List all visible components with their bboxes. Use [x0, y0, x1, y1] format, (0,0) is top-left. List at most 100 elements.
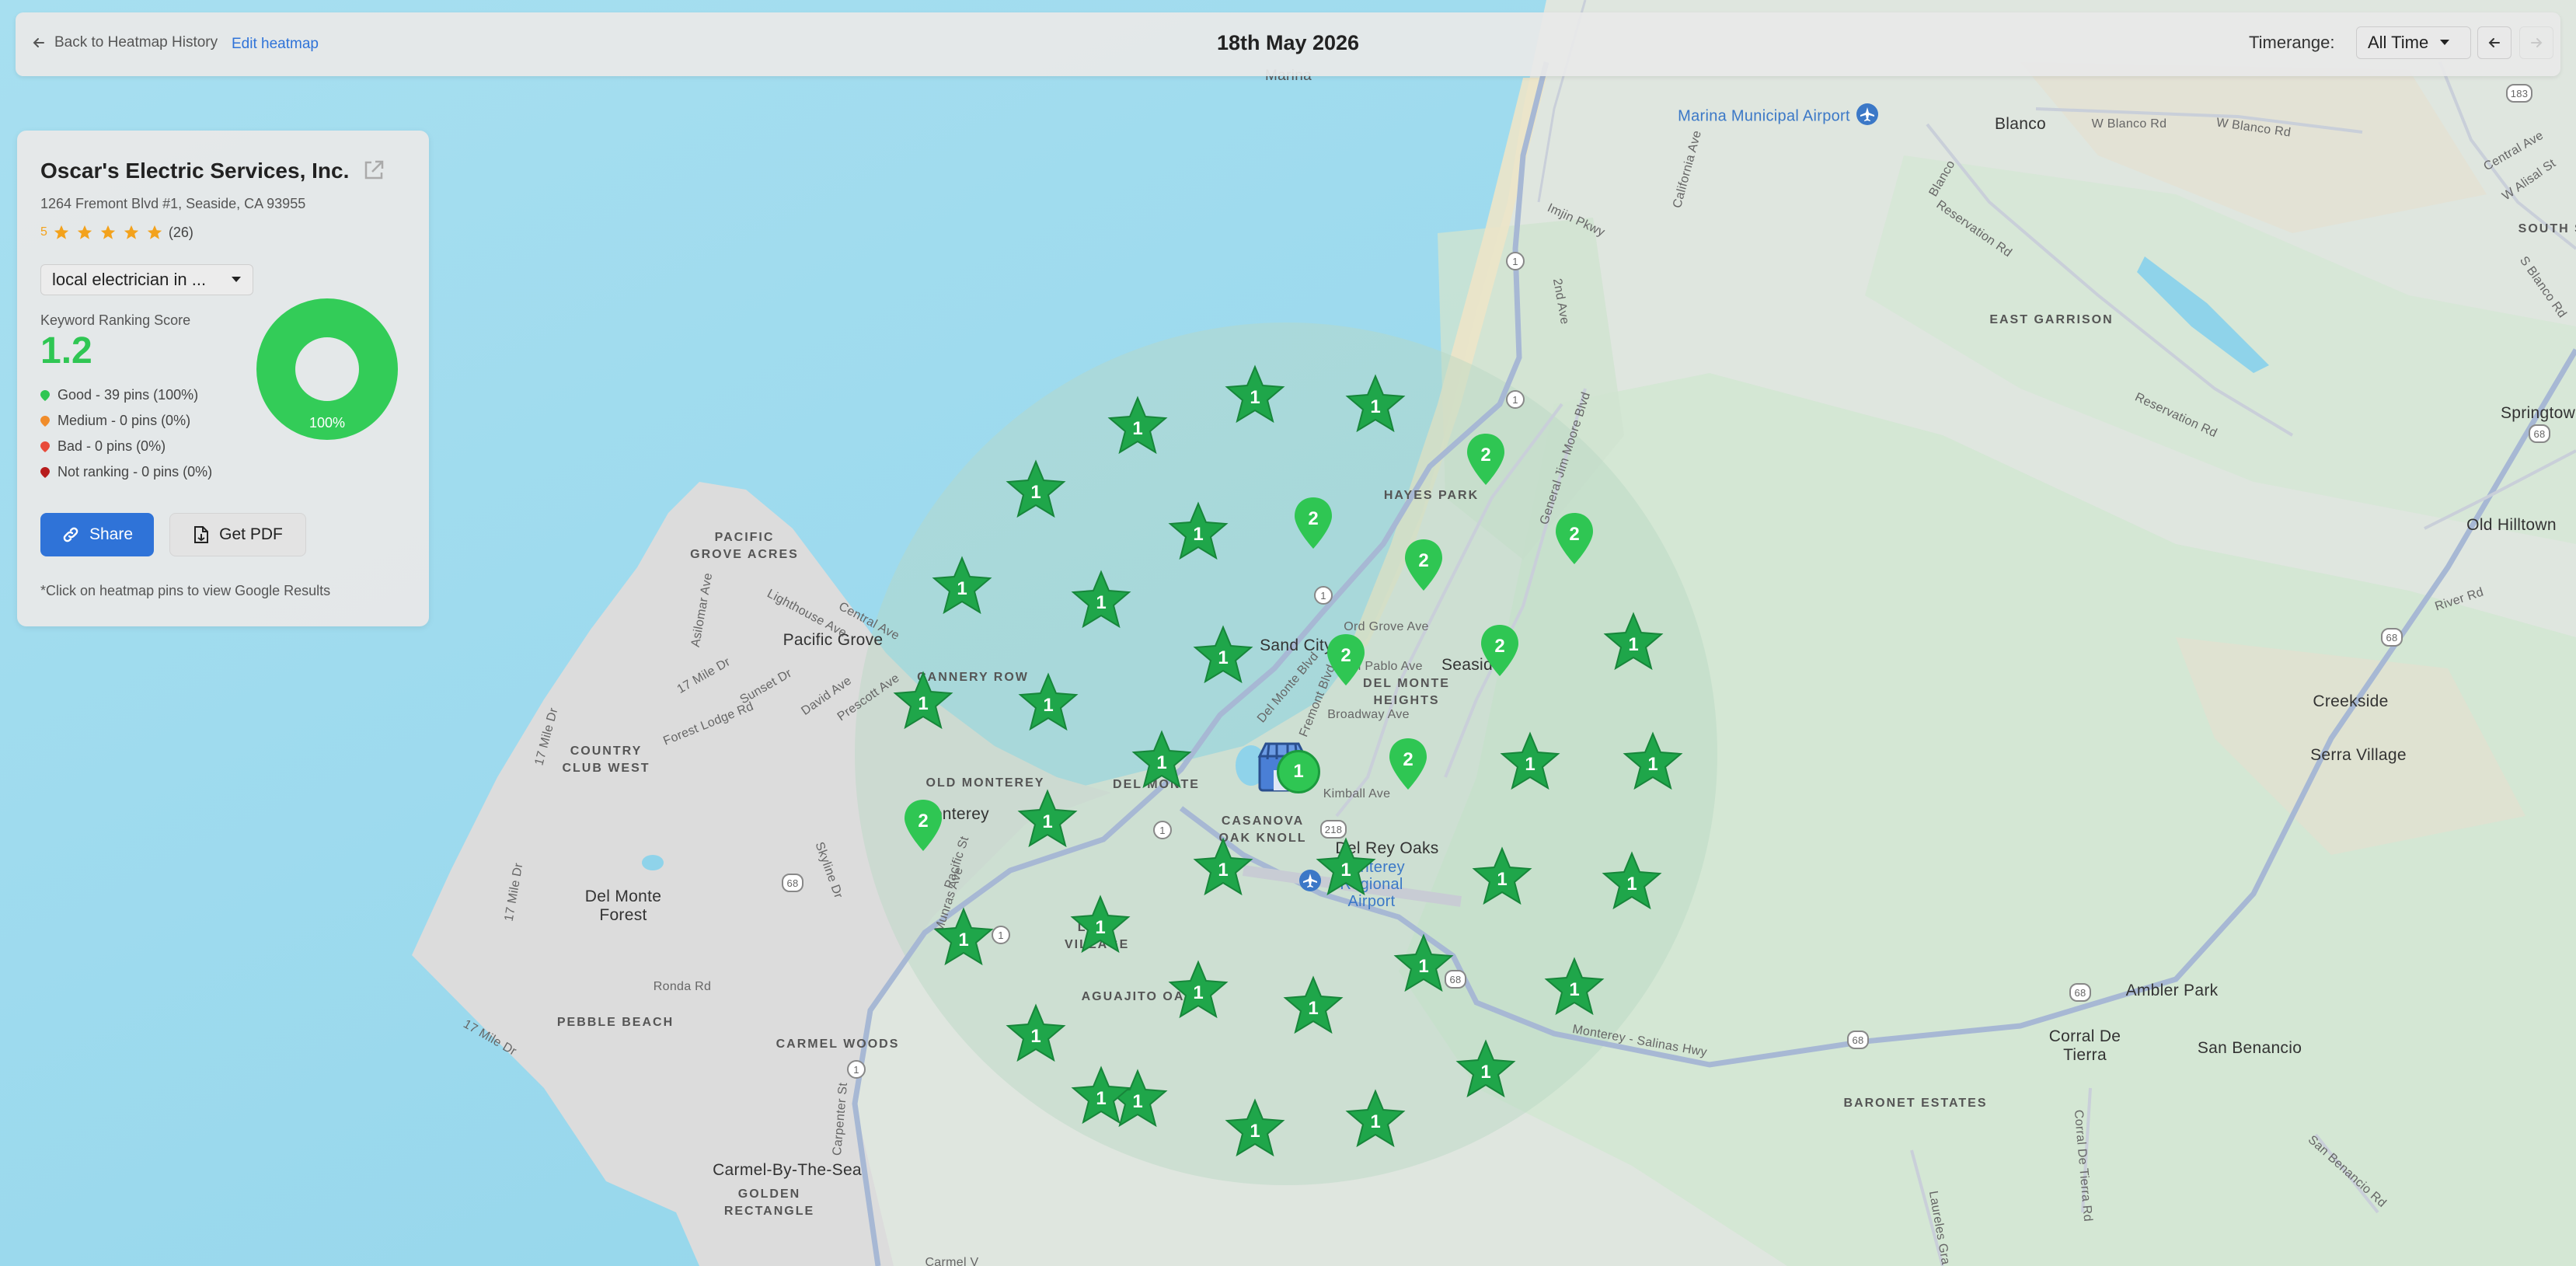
heatmap-pin-rank: 1: [1569, 979, 1580, 1000]
heatmap-pin[interactable]: 1: [1602, 611, 1664, 673]
heatmap-pin[interactable]: 1: [932, 906, 995, 968]
star-icon: [100, 225, 116, 239]
heatmap-pin[interactable]: 1: [1601, 850, 1663, 912]
heatmap-pin[interactable]: 1: [1315, 836, 1377, 898]
heatmap-pin[interactable]: 1: [931, 555, 993, 617]
map-label-ambler-park: Ambler Park: [2125, 982, 2219, 999]
highway-shield-68: 68: [2069, 983, 2091, 1002]
heatmap-pin[interactable]: 1: [1344, 1088, 1407, 1150]
heatmap-pin[interactable]: 1: [1131, 729, 1193, 791]
business-rating: 5 (26): [40, 224, 193, 241]
pin-icon-orange: [40, 415, 50, 427]
heatmap-pin[interactable]: 1: [1499, 731, 1561, 793]
legend-not-ranking-value: 0 pins (0%): [141, 464, 213, 480]
heatmap-pin[interactable]: 1: [1455, 1038, 1517, 1100]
heatmap-pin[interactable]: 1: [1005, 1003, 1067, 1065]
heatmap-pin[interactable]: 1: [1393, 933, 1455, 995]
map-label-creekside: Creekside: [2313, 692, 2389, 710]
map-label-pebble-beach: PEBBLE BEACH: [556, 1016, 675, 1029]
heatmap-pin-rank: 1: [1030, 482, 1041, 503]
heatmap-pin-rank: 1: [1626, 874, 1637, 895]
heatmap-pin[interactable]: 1: [1192, 836, 1254, 898]
back-to-history-link[interactable]: Back to Heatmap History: [31, 34, 218, 51]
timerange-value: All Time: [2368, 33, 2429, 52]
highway-shield-68: 68: [1847, 1031, 1869, 1049]
heatmap-pin[interactable]: 1: [1070, 569, 1132, 631]
heatmap-pin-rank: 1: [1647, 754, 1658, 775]
heatmap-pin[interactable]: 1: [1543, 956, 1605, 1018]
legend-bad-label: Bad: [58, 438, 83, 454]
heatmap-pin-rank: 1: [1218, 860, 1229, 881]
heatmap-pin[interactable]: 2: [1282, 491, 1344, 553]
heatmap-pin-rank: 1: [1132, 418, 1143, 439]
top-bar: Back to Heatmap History Edit heatmap 18t…: [16, 12, 2560, 76]
business-rank-badge: 1: [1277, 750, 1320, 793]
heatmap-pin[interactable]: 1: [1069, 894, 1131, 956]
arrow-right-icon: [2531, 38, 2543, 47]
map-label-w-blanco-rd: W Blanco Rd: [2091, 117, 2167, 131]
external-link-button[interactable]: [362, 159, 385, 186]
heatmap-pin[interactable]: 2: [1393, 533, 1455, 595]
heatmap-pin-rank: 1: [1497, 869, 1508, 890]
map-label-pacific-grove-acres: PACIFIC GROVE ACRES: [690, 531, 799, 561]
next-heatmap-button[interactable]: [2519, 26, 2553, 59]
highway-shield-1: 1: [1314, 586, 1333, 605]
arrow-left-icon: [2488, 38, 2500, 47]
heatmap-pin[interactable]: 1: [1192, 624, 1254, 686]
heatmap-pin[interactable]: 1: [1017, 671, 1079, 734]
pin-icon-red: [40, 441, 50, 452]
heatmap-pin[interactable]: 1: [1471, 846, 1533, 908]
get-pdf-button[interactable]: Get PDF: [169, 513, 306, 556]
heatmap-pin[interactable]: 1: [1622, 731, 1684, 793]
heatmap-pin[interactable]: 1: [1282, 975, 1344, 1037]
heatmap-pin[interactable]: 1: [1070, 1065, 1132, 1127]
heatmap-pin[interactable]: 1: [892, 670, 954, 732]
heatmap-pin-rank: 1: [1193, 524, 1204, 545]
heatmap-pin[interactable]: 2: [1455, 427, 1517, 490]
heatmap-pin[interactable]: 2: [892, 793, 954, 856]
business-location-marker[interactable]: 1: [1257, 742, 1320, 793]
timerange-select[interactable]: All Time: [2356, 26, 2471, 59]
map-label-east-garrison: EAST GARRISON: [1989, 313, 2114, 326]
keyword-select[interactable]: local electrician in ...: [40, 264, 253, 295]
business-panel: Oscar's Electric Services, Inc. 1264 Fre…: [17, 131, 429, 626]
highway-shield-68: 68: [2381, 628, 2403, 647]
business-address: 1264 Fremont Blvd #1, Seaside, CA 93955: [40, 196, 306, 211]
heatmap-pin-rank: 1: [1096, 1088, 1107, 1109]
heatmap-pin-rank: 2: [1403, 749, 1413, 770]
map-label-del-monte-forest: Del Monte Forest: [584, 888, 662, 924]
highway-shield-1: 1: [847, 1060, 866, 1079]
heatmap-pin-rank: 1: [1370, 396, 1381, 417]
heatmap-pin[interactable]: 1: [1005, 459, 1067, 521]
edit-heatmap-link[interactable]: Edit heatmap: [232, 36, 319, 53]
heatmap-pin[interactable]: 1: [1016, 788, 1079, 850]
heatmap-pin[interactable]: 1: [1344, 373, 1407, 435]
legend-bad-value: 0 pins (0%): [95, 438, 166, 454]
map-label-broadway: Broadway Ave: [1327, 708, 1410, 721]
heatmap-pin[interactable]: 2: [1315, 628, 1377, 690]
heatmap-pin[interactable]: 1: [1167, 959, 1229, 1021]
heatmap-pin[interactable]: 1: [1167, 500, 1229, 563]
heatmap-pin[interactable]: 2: [1377, 732, 1439, 794]
heatmap-pin-rank: 2: [1480, 445, 1491, 466]
heatmap-pin[interactable]: 1: [1224, 1097, 1286, 1160]
share-button[interactable]: Share: [40, 513, 154, 556]
heatmap-pin-rank: 1: [1418, 956, 1429, 977]
rating-count: (26): [168, 224, 193, 240]
heatmap-pin[interactable]: 2: [1469, 619, 1531, 681]
highway-shield-68: 68: [782, 874, 803, 892]
highway-shield-68: 68: [2529, 424, 2550, 443]
heatmap-pin-rank: 1: [1628, 634, 1639, 655]
heatmap-pin[interactable]: 1: [1224, 364, 1286, 426]
heatmap-pin-rank: 2: [1340, 645, 1351, 666]
legend-good-label: Good: [58, 387, 92, 403]
legend-good: Good - 39 pins (100%): [40, 387, 198, 403]
link-icon: [63, 527, 78, 542]
arrow-left-icon: [33, 38, 44, 47]
heatmap-pin[interactable]: 2: [1543, 507, 1605, 569]
heatmap-pin[interactable]: 1: [1107, 395, 1169, 457]
score-label: Keyword Ranking Score: [40, 312, 191, 328]
map-label-carmel: Carmel-By-The-Sea: [713, 1161, 862, 1179]
previous-heatmap-button[interactable]: [2477, 26, 2512, 59]
click-hint: *Click on heatmap pins to view Google Re…: [40, 583, 331, 598]
